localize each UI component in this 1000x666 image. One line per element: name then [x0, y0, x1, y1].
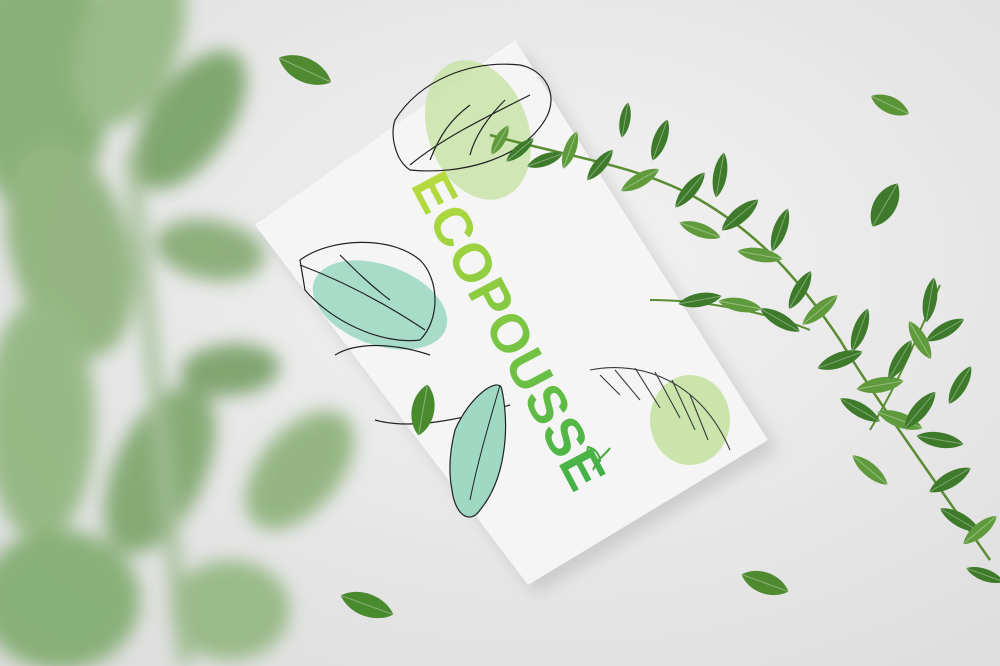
product-mockup-scene: ECOPOUSSE	[0, 0, 1000, 666]
